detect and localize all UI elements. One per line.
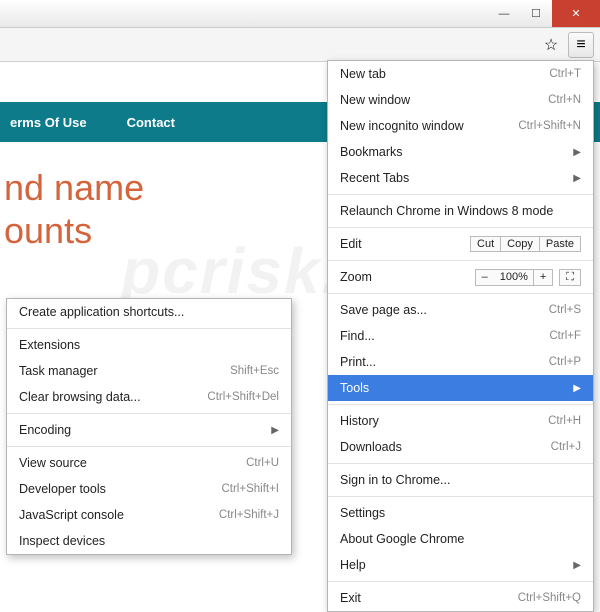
menu-new-incognito[interactable]: New incognito windowCtrl+Shift+N bbox=[328, 113, 593, 139]
menu-downloads[interactable]: DownloadsCtrl+J bbox=[328, 434, 593, 460]
menu-separator bbox=[328, 293, 593, 294]
menu-separator bbox=[7, 446, 291, 447]
submenu-create-shortcuts[interactable]: Create application shortcuts... bbox=[7, 299, 291, 325]
menu-settings[interactable]: Settings bbox=[328, 500, 593, 526]
window-titlebar: — ☐ ✕ bbox=[0, 0, 600, 28]
menu-new-tab[interactable]: New tabCtrl+T bbox=[328, 61, 593, 87]
menu-separator bbox=[328, 194, 593, 195]
menu-separator bbox=[328, 260, 593, 261]
submenu-view-source[interactable]: View sourceCtrl+U bbox=[7, 450, 291, 476]
menu-separator bbox=[328, 227, 593, 228]
chevron-right-icon: ▶ bbox=[573, 383, 581, 394]
edit-cut-button[interactable]: Cut bbox=[470, 236, 501, 252]
menu-separator bbox=[328, 404, 593, 405]
maximize-button[interactable]: ☐ bbox=[520, 0, 552, 27]
menu-save-page[interactable]: Save page as...Ctrl+S bbox=[328, 297, 593, 323]
menu-separator bbox=[7, 413, 291, 414]
nav-link-terms[interactable]: erms Of Use bbox=[10, 115, 87, 130]
menu-edit: Edit Cut Copy Paste bbox=[328, 231, 593, 257]
menu-help[interactable]: Help▶ bbox=[328, 552, 593, 578]
chrome-main-menu: New tabCtrl+T New windowCtrl+N New incog… bbox=[327, 60, 594, 612]
menu-about[interactable]: About Google Chrome bbox=[328, 526, 593, 552]
fullscreen-button[interactable]: ⛶ bbox=[559, 269, 581, 286]
submenu-encoding[interactable]: Encoding▶ bbox=[7, 417, 291, 443]
zoom-in-button[interactable]: + bbox=[533, 269, 553, 286]
menu-separator bbox=[7, 328, 291, 329]
chevron-right-icon: ▶ bbox=[271, 425, 279, 436]
zoom-value: 100% bbox=[494, 269, 534, 286]
minimize-button[interactable]: — bbox=[488, 0, 520, 27]
close-button[interactable]: ✕ bbox=[552, 0, 600, 27]
menu-exit[interactable]: ExitCtrl+Shift+Q bbox=[328, 585, 593, 611]
edit-copy-button[interactable]: Copy bbox=[500, 236, 540, 252]
menu-find[interactable]: Find...Ctrl+F bbox=[328, 323, 593, 349]
menu-separator bbox=[328, 581, 593, 582]
chevron-right-icon: ▶ bbox=[573, 147, 581, 158]
chevron-right-icon: ▶ bbox=[573, 173, 581, 184]
menu-bookmarks[interactable]: Bookmarks▶ bbox=[328, 139, 593, 165]
menu-recent-tabs[interactable]: Recent Tabs▶ bbox=[328, 165, 593, 191]
submenu-extensions[interactable]: Extensions bbox=[7, 332, 291, 358]
menu-relaunch-win8[interactable]: Relaunch Chrome in Windows 8 mode bbox=[328, 198, 593, 224]
submenu-javascript-console[interactable]: JavaScript consoleCtrl+Shift+J bbox=[7, 502, 291, 528]
menu-separator bbox=[328, 463, 593, 464]
submenu-inspect-devices[interactable]: Inspect devices bbox=[7, 528, 291, 554]
menu-separator bbox=[328, 496, 593, 497]
submenu-task-manager[interactable]: Task managerShift+Esc bbox=[7, 358, 291, 384]
zoom-out-button[interactable]: – bbox=[475, 269, 495, 286]
menu-button[interactable]: ≡ bbox=[568, 32, 594, 58]
chevron-right-icon: ▶ bbox=[573, 560, 581, 571]
menu-signin[interactable]: Sign in to Chrome... bbox=[328, 467, 593, 493]
menu-new-window[interactable]: New windowCtrl+N bbox=[328, 87, 593, 113]
menu-zoom: Zoom – 100% + ⛶ bbox=[328, 264, 593, 290]
browser-toolbar: ☆ ≡ bbox=[0, 28, 600, 62]
edit-paste-button[interactable]: Paste bbox=[539, 236, 581, 252]
tools-submenu: Create application shortcuts... Extensio… bbox=[6, 298, 292, 555]
menu-tools[interactable]: Tools▶ bbox=[328, 375, 593, 401]
menu-print[interactable]: Print...Ctrl+P bbox=[328, 349, 593, 375]
nav-link-contact[interactable]: Contact bbox=[127, 115, 175, 130]
submenu-developer-tools[interactable]: Developer toolsCtrl+Shift+I bbox=[7, 476, 291, 502]
menu-history[interactable]: HistoryCtrl+H bbox=[328, 408, 593, 434]
submenu-clear-browsing-data[interactable]: Clear browsing data...Ctrl+Shift+Del bbox=[7, 384, 291, 410]
bookmark-star-icon[interactable]: ☆ bbox=[538, 32, 564, 58]
